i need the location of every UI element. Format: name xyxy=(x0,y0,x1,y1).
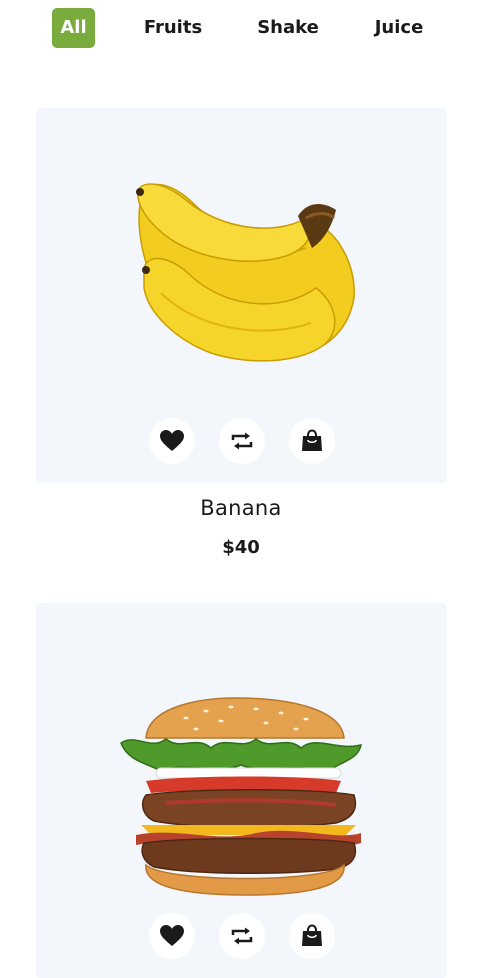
tab-all[interactable]: All xyxy=(52,8,95,48)
add-to-cart-button[interactable] xyxy=(289,913,335,959)
product-name[interactable]: Banana xyxy=(0,496,482,520)
repeat-icon xyxy=(231,927,253,945)
category-tabs: All Fruits Shake Juice xyxy=(0,0,482,56)
repeat-icon xyxy=(231,432,253,450)
heart-icon xyxy=(160,430,184,451)
tab-shake[interactable]: Shake xyxy=(252,8,324,48)
product-price: $40 xyxy=(222,537,260,558)
product-card[interactable] xyxy=(36,603,447,978)
tab-juice[interactable]: Juice xyxy=(366,8,432,48)
add-to-cart-button[interactable] xyxy=(289,418,335,464)
heart-icon xyxy=(160,925,184,946)
tab-fruits[interactable]: Fruits xyxy=(136,8,210,48)
shopping-bag-icon xyxy=(302,924,322,946)
compare-button[interactable] xyxy=(219,418,265,464)
product-actions xyxy=(36,913,447,959)
product-image-banana[interactable] xyxy=(36,108,447,418)
shopping-bag-icon xyxy=(302,429,322,451)
wishlist-button[interactable] xyxy=(149,418,195,464)
compare-button[interactable] xyxy=(219,913,265,959)
product-actions xyxy=(36,418,447,464)
product-image-burger[interactable] xyxy=(36,603,447,913)
product-card[interactable] xyxy=(36,108,447,483)
wishlist-button[interactable] xyxy=(149,913,195,959)
